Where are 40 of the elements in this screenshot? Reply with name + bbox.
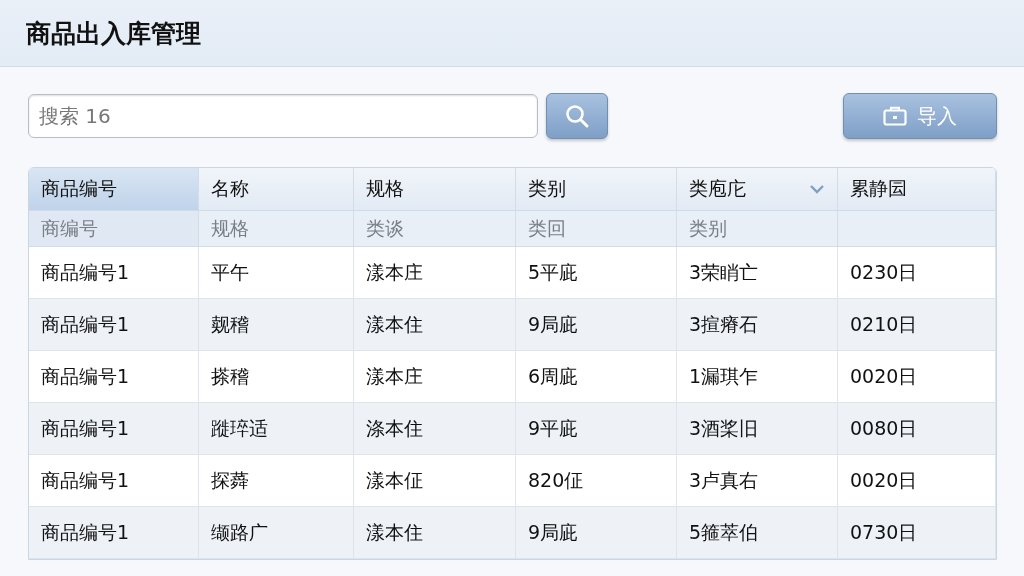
table-cell: 0730日 — [838, 507, 996, 559]
table-cell: 3揎瘠石 — [677, 299, 838, 351]
table-cell: 漾本住 — [354, 299, 516, 351]
column-label: 累静囩 — [850, 176, 908, 201]
table-cell: 9局庛 — [516, 507, 677, 559]
table-cell: 0080日 — [838, 403, 996, 455]
table-cell: 9平庛 — [516, 403, 677, 455]
table-cell: 商品编号1 — [29, 403, 199, 455]
column-header[interactable]: 商品编号 — [29, 168, 199, 211]
search-field[interactable]: 搜索 16 — [28, 94, 538, 138]
table-cell: 涤本住 — [354, 403, 516, 455]
column-label: 规格 — [366, 176, 405, 201]
table-cell: 缬路广 — [199, 507, 354, 559]
table-cell: 漾本住 — [354, 507, 516, 559]
column-header[interactable]: 名称 — [199, 168, 354, 211]
search-icon — [564, 103, 590, 129]
filter-cell[interactable] — [838, 211, 996, 247]
column-label: 类庖庀 — [689, 176, 747, 201]
search-button[interactable] — [546, 93, 608, 139]
table-cell: 9局庛 — [516, 299, 677, 351]
table-cell: 0210日 — [838, 299, 996, 351]
table-cell: 商品编号1 — [29, 299, 199, 351]
column-header[interactable]: 规格 — [354, 168, 516, 211]
table-cell: 觌稽 — [199, 299, 354, 351]
column-label: 类别 — [528, 176, 567, 201]
column-header[interactable]: 类别 — [516, 168, 677, 211]
table-cell: 商品编号1 — [29, 507, 199, 559]
briefcase-icon — [883, 106, 907, 126]
column-header[interactable]: 累静囩 — [838, 168, 996, 211]
table-cell: 蹝琗适 — [199, 403, 354, 455]
filter-cell[interactable]: 类别 — [677, 211, 838, 247]
table-cell: 5箍萃伯 — [677, 507, 838, 559]
column-label: 名称 — [211, 176, 250, 201]
column-label: 商品编号 — [41, 176, 118, 201]
chevron-down-icon[interactable] — [809, 184, 825, 194]
table-cell: 3酒桨旧 — [677, 403, 838, 455]
filter-cell[interactable]: 类谈 — [354, 211, 516, 247]
page-title: 商品出入库管理 — [26, 17, 201, 50]
filter-cell[interactable]: 类回 — [516, 211, 677, 247]
column-header[interactable]: 类庖庀 — [677, 168, 838, 211]
